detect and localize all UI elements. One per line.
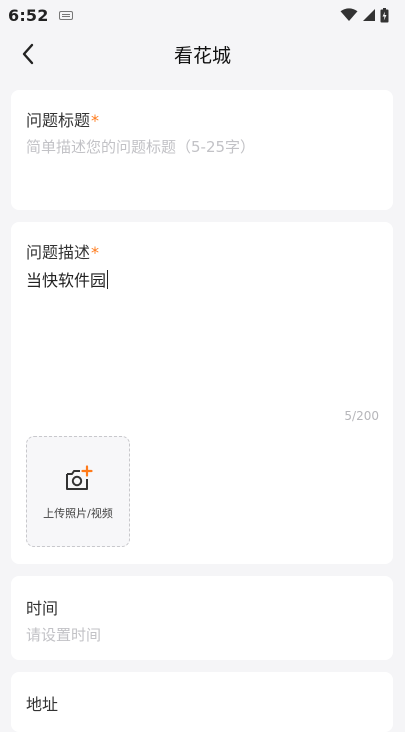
time-label: 时间 <box>26 599 59 618</box>
description-value: 当快软件园 <box>26 271 107 290</box>
upload-media-button[interactable]: 上传照片/视频 <box>26 436 130 547</box>
address-label: 地址 <box>26 695 59 714</box>
title-card: 问题标题* 简单描述您的问题标题（5-25字） <box>11 90 393 210</box>
title-required-mark: * <box>91 111 100 130</box>
back-button[interactable] <box>12 38 44 70</box>
description-required-mark: * <box>91 243 100 262</box>
title-input[interactable]: 简单描述您的问题标题（5-25字） <box>26 136 378 157</box>
time-placeholder: 请设置时间 <box>26 626 102 644</box>
keyboard-icon <box>58 11 73 20</box>
text-caret <box>107 270 109 289</box>
back-arrow-icon <box>22 43 34 65</box>
description-textarea[interactable]: 当快软件园 <box>26 267 378 407</box>
char-counter: 5/200 <box>344 409 379 423</box>
status-bar: 6:52 <box>0 0 405 30</box>
page-title: 看花城 <box>173 44 231 67</box>
upload-label: 上传照片/视频 <box>43 507 113 520</box>
time-card[interactable]: 时间 请设置时间 <box>11 576 393 660</box>
signal-icon <box>363 9 375 21</box>
status-time: 6:52 <box>8 5 49 25</box>
address-card[interactable]: 地址 <box>11 672 393 732</box>
status-icons <box>340 7 397 23</box>
description-card: 问题描述* 当快软件园 5/200 上传照片/视频 <box>11 222 393 564</box>
description-label: 问题描述 <box>26 243 91 262</box>
app-header: 看花城 <box>0 30 405 78</box>
battery-icon <box>380 7 389 22</box>
title-placeholder: 简单描述您的问题标题（5-25字） <box>26 138 256 156</box>
add-photo-icon <box>66 465 93 490</box>
wifi-icon <box>340 8 358 21</box>
title-label: 问题标题 <box>26 111 91 130</box>
